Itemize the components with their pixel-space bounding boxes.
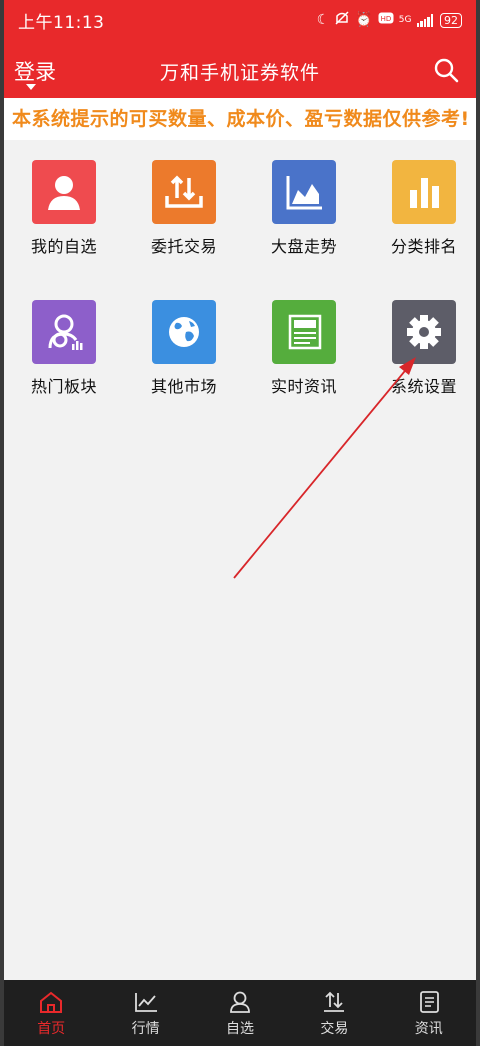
tile-label: 分类排名	[390, 237, 457, 256]
document-icon	[389, 989, 469, 1015]
sector-icon	[32, 300, 96, 364]
page-title: 万和手机证券软件	[159, 62, 320, 84]
user-outline-icon	[200, 989, 280, 1015]
globe-icon	[152, 300, 216, 364]
mute-icon	[334, 10, 350, 30]
tile-my-watchlist[interactable]: 我的自选	[9, 160, 119, 257]
search-icon[interactable]	[432, 56, 460, 84]
tile-label: 大盘走势	[270, 237, 337, 256]
home-icon	[11, 989, 91, 1015]
tab-label: 行情	[131, 1020, 160, 1037]
user-icon	[32, 160, 96, 224]
trade-arrows-icon	[294, 989, 374, 1015]
area-chart-icon	[272, 160, 336, 224]
bar-chart-icon	[392, 160, 456, 224]
tile-realtime-news[interactable]: 实时资讯	[249, 300, 359, 397]
tile-label: 系统设置	[390, 377, 457, 396]
tab-label: 首页	[37, 1020, 66, 1037]
trade-icon	[152, 160, 216, 224]
tile-label: 热门板块	[30, 377, 97, 396]
battery-icon: 92	[440, 12, 462, 28]
tile-label: 委托交易	[150, 237, 217, 256]
news-icon	[272, 300, 336, 364]
tile-ranking[interactable]: 分类排名	[369, 160, 476, 257]
tile-hot-sectors[interactable]: 热门板块	[9, 300, 119, 397]
app-screen: 上午11:13 ☾ ⏰ HD 5G 92 登录 万和手机证券软件 本系统提示的可…	[0, 0, 480, 1046]
alarm-icon: ⏰	[355, 12, 373, 28]
tab-market[interactable]: 行情	[106, 989, 186, 1038]
tile-other-markets[interactable]: 其他市场	[129, 300, 239, 397]
tile-market-trend[interactable]: 大盘走势	[249, 160, 359, 257]
tab-label: 资讯	[414, 1020, 443, 1037]
moon-icon: ☾	[316, 12, 330, 28]
status-bar: 上午11:13 ☾ ⏰ HD 5G 92	[4, 0, 476, 40]
disclaimer-notice: 本系统提示的可买数量、成本价、盈亏数据仅供参考!	[4, 98, 476, 140]
network-label: 5G	[398, 15, 412, 25]
tab-label: 交易	[320, 1020, 349, 1037]
annotation-arrow	[233, 357, 416, 579]
tile-label: 我的自选	[30, 237, 97, 256]
status-icons: ☾ ⏰ HD 5G 92	[317, 10, 462, 30]
gear-icon	[392, 300, 456, 364]
hd-icon: HD	[378, 12, 394, 28]
bottom-tab-bar: 首页 行情 自选 交易 资讯	[4, 980, 476, 1046]
tab-label: 自选	[225, 1020, 254, 1037]
tile-system-settings[interactable]: 系统设置	[369, 300, 476, 397]
market-chart-icon	[106, 989, 186, 1015]
tab-home[interactable]: 首页	[11, 989, 91, 1038]
svg-text:HD: HD	[380, 15, 391, 23]
tab-watchlist[interactable]: 自选	[200, 989, 280, 1038]
app-header: 登录 万和手机证券软件	[4, 40, 476, 98]
status-time: 上午11:13	[18, 12, 105, 33]
tab-trade[interactable]: 交易	[294, 989, 374, 1038]
tab-news[interactable]: 资讯	[389, 989, 469, 1038]
battery-level: 92	[444, 13, 458, 27]
tile-label: 实时资讯	[270, 377, 337, 396]
tile-trade[interactable]: 委托交易	[129, 160, 239, 257]
tile-label: 其他市场	[150, 377, 217, 396]
signal-icon	[416, 13, 433, 27]
